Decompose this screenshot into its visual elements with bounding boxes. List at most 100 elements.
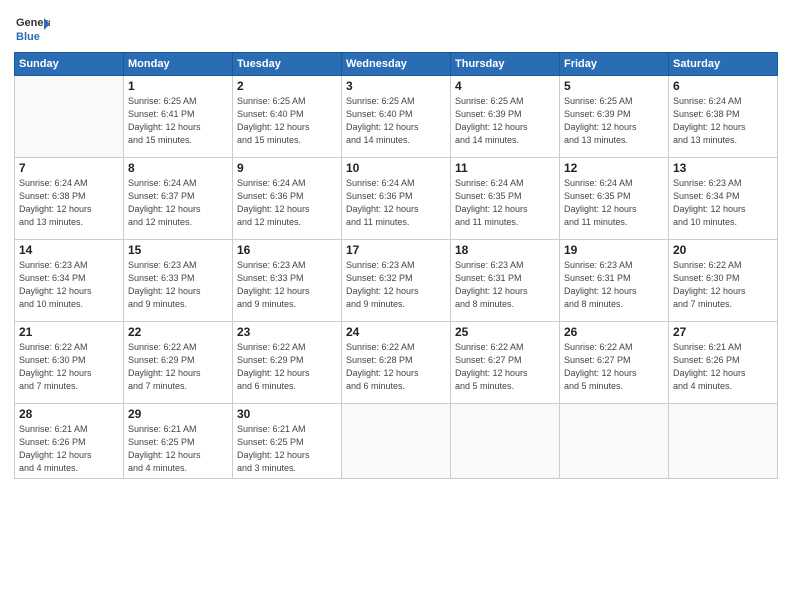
day-info: Sunrise: 6:23 AMSunset: 6:33 PMDaylight:… (128, 259, 228, 311)
day-info: Sunrise: 6:22 AMSunset: 6:27 PMDaylight:… (455, 341, 555, 393)
day-number: 27 (673, 325, 773, 339)
table-row: 6Sunrise: 6:24 AMSunset: 6:38 PMDaylight… (669, 76, 778, 158)
day-number: 12 (564, 161, 664, 175)
table-row: 20 Sunrise: 6:22 AMSunset: 6:30 PMDayligh… (669, 240, 778, 322)
day-number: 22 (128, 325, 228, 339)
calendar-table: SundayMondayTuesdayWednesdayThursdayFrid… (14, 52, 778, 479)
table-row: 28 Sunrise: 6:21 AMSunset: 6:26 PMDayligh… (15, 404, 124, 479)
table-row (15, 76, 124, 158)
calendar-header-friday: Friday (560, 53, 669, 76)
day-info: Sunrise: 6:23 AMSunset: 6:31 PMDaylight:… (564, 259, 664, 311)
day-info: Sunrise: 6:24 AMSunset: 6:36 PMDaylight:… (237, 177, 337, 229)
day-number: 15 (128, 243, 228, 257)
day-number: 29 (128, 407, 228, 421)
day-info: Sunrise: 6:23 AMSunset: 6:34 PMDaylight:… (673, 177, 773, 229)
day-number: 4 (455, 79, 555, 93)
calendar-header-sunday: Sunday (15, 53, 124, 76)
day-number: 8 (128, 161, 228, 175)
table-row: 21 Sunrise: 6:22 AMSunset: 6:30 PMDayligh… (15, 322, 124, 404)
table-row: 8 Sunrise: 6:24 AMSunset: 6:37 PMDaylight… (124, 158, 233, 240)
table-row (560, 404, 669, 479)
table-row: 25 Sunrise: 6:22 AMSunset: 6:27 PMDayligh… (451, 322, 560, 404)
day-info: Sunrise: 6:23 AMSunset: 6:33 PMDaylight:… (237, 259, 337, 311)
table-row: 24 Sunrise: 6:22 AMSunset: 6:28 PMDayligh… (342, 322, 451, 404)
calendar-header-tuesday: Tuesday (233, 53, 342, 76)
day-info: Sunrise: 6:25 AMSunset: 6:40 PMDaylight:… (237, 95, 337, 147)
day-number: 5 (564, 79, 664, 93)
table-row: 30Sunrise: 6:21 AMSunset: 6:25 PMDayligh… (233, 404, 342, 479)
day-info: Sunrise: 6:25 AMSunset: 6:41 PMDaylight:… (128, 95, 228, 147)
table-row (342, 404, 451, 479)
day-number: 10 (346, 161, 446, 175)
table-row: 4 Sunrise: 6:25 AMSunset: 6:39 PMDaylight… (451, 76, 560, 158)
day-number: 19 (564, 243, 664, 257)
day-info: Sunrise: 6:22 AMSunset: 6:29 PMDaylight:… (237, 341, 337, 393)
day-number: 3 (346, 79, 446, 93)
table-row (669, 404, 778, 479)
table-row: 22 Sunrise: 6:22 AMSunset: 6:29 PMDayligh… (124, 322, 233, 404)
day-number: 2 (237, 79, 337, 93)
table-row: 17Sunrise: 6:23 AMSunset: 6:32 PMDayligh… (342, 240, 451, 322)
table-row: 10 Sunrise: 6:24 AMSunset: 6:36 PMDayligh… (342, 158, 451, 240)
day-info: Sunrise: 6:24 AMSunset: 6:38 PMDaylight:… (19, 177, 119, 229)
day-number: 23 (237, 325, 337, 339)
day-info: Sunrise: 6:23 AMSunset: 6:32 PMDaylight:… (346, 259, 446, 311)
calendar-header-wednesday: Wednesday (342, 53, 451, 76)
day-number: 14 (19, 243, 119, 257)
day-number: 11 (455, 161, 555, 175)
table-row: 1 Sunrise: 6:25 AMSunset: 6:41 PMDaylight… (124, 76, 233, 158)
table-row: 14 Sunrise: 6:23 AMSunset: 6:34 PMDayligh… (15, 240, 124, 322)
day-info: Sunrise: 6:21 AMSunset: 6:26 PMDaylight:… (19, 423, 119, 475)
day-number: 21 (19, 325, 119, 339)
logo: General Blue (14, 10, 50, 46)
table-row (451, 404, 560, 479)
day-number: 16 (237, 243, 337, 257)
day-number: 9 (237, 161, 337, 175)
table-row: 19 Sunrise: 6:23 AMSunset: 6:31 PMDayligh… (560, 240, 669, 322)
day-info: Sunrise: 6:24 AMSunset: 6:35 PMDaylight:… (455, 177, 555, 229)
table-row: 27 Sunrise: 6:21 AMSunset: 6:26 PMDayligh… (669, 322, 778, 404)
logo-svg: General Blue (14, 10, 50, 46)
day-number: 20 (673, 243, 773, 257)
table-row: 11 Sunrise: 6:24 AMSunset: 6:35 PMDayligh… (451, 158, 560, 240)
day-info: Sunrise: 6:21 AMSunset: 6:25 PMDaylight:… (128, 423, 228, 475)
table-row: 3 Sunrise: 6:25 AMSunset: 6:40 PMDaylight… (342, 76, 451, 158)
day-info: Sunrise: 6:21 AMSunset: 6:26 PMDaylight:… (673, 341, 773, 393)
day-info: Sunrise: 6:22 AMSunset: 6:30 PMDaylight:… (673, 259, 773, 311)
day-number: 1 (128, 79, 228, 93)
table-row: 26 Sunrise: 6:22 AMSunset: 6:27 PMDayligh… (560, 322, 669, 404)
day-number: 13 (673, 161, 773, 175)
table-row: 13 Sunrise: 6:23 AMSunset: 6:34 PMDayligh… (669, 158, 778, 240)
day-number: 26 (564, 325, 664, 339)
day-info: Sunrise: 6:21 AMSunset: 6:25 PMDaylight:… (237, 423, 337, 475)
day-info: Sunrise: 6:24 AMSunset: 6:36 PMDaylight:… (346, 177, 446, 229)
table-row: 7 Sunrise: 6:24 AMSunset: 6:38 PMDaylight… (15, 158, 124, 240)
table-row: 12 Sunrise: 6:24 AMSunset: 6:35 PMDayligh… (560, 158, 669, 240)
day-info: Sunrise: 6:24 AMSunset: 6:37 PMDaylight:… (128, 177, 228, 229)
day-info: Sunrise: 6:25 AMSunset: 6:39 PMDaylight:… (564, 95, 664, 147)
table-row: 23 Sunrise: 6:22 AMSunset: 6:29 PMDayligh… (233, 322, 342, 404)
day-info: Sunrise: 6:22 AMSunset: 6:29 PMDaylight:… (128, 341, 228, 393)
day-info: Sunrise: 6:24 AMSunset: 6:38 PMDaylight:… (673, 95, 773, 147)
day-info: Sunrise: 6:23 AMSunset: 6:34 PMDaylight:… (19, 259, 119, 311)
day-number: 24 (346, 325, 446, 339)
day-info: Sunrise: 6:22 AMSunset: 6:28 PMDaylight:… (346, 341, 446, 393)
table-row: 2 Sunrise: 6:25 AMSunset: 6:40 PMDaylight… (233, 76, 342, 158)
calendar-header-thursday: Thursday (451, 53, 560, 76)
table-row: 15 Sunrise: 6:23 AMSunset: 6:33 PMDayligh… (124, 240, 233, 322)
table-row: 9 Sunrise: 6:24 AMSunset: 6:36 PMDaylight… (233, 158, 342, 240)
day-info: Sunrise: 6:23 AMSunset: 6:31 PMDaylight:… (455, 259, 555, 311)
day-info: Sunrise: 6:22 AMSunset: 6:27 PMDaylight:… (564, 341, 664, 393)
day-number: 28 (19, 407, 119, 421)
table-row: 29 Sunrise: 6:21 AMSunset: 6:25 PMDayligh… (124, 404, 233, 479)
svg-text:Blue: Blue (16, 31, 40, 43)
day-number: 18 (455, 243, 555, 257)
calendar-header-saturday: Saturday (669, 53, 778, 76)
day-info: Sunrise: 6:25 AMSunset: 6:39 PMDaylight:… (455, 95, 555, 147)
day-info: Sunrise: 6:25 AMSunset: 6:40 PMDaylight:… (346, 95, 446, 147)
day-info: Sunrise: 6:22 AMSunset: 6:30 PMDaylight:… (19, 341, 119, 393)
day-info: Sunrise: 6:24 AMSunset: 6:35 PMDaylight:… (564, 177, 664, 229)
day-number: 7 (19, 161, 119, 175)
calendar-header-monday: Monday (124, 53, 233, 76)
day-number: 25 (455, 325, 555, 339)
